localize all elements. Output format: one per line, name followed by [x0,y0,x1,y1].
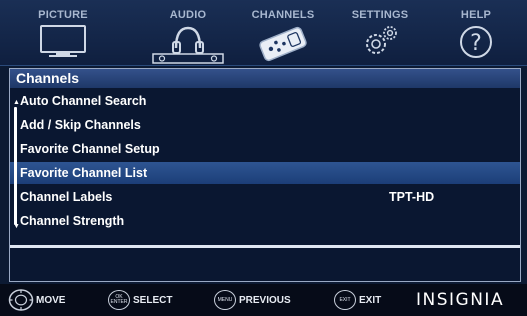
panel-divider [10,245,520,248]
dpad-icon [8,289,34,311]
scroll-down-arrow-icon[interactable]: ▼ [13,223,20,230]
tab-settings[interactable]: SETTINGS [335,0,425,66]
exit-button-icon: EXIT [334,290,356,310]
help-icon: ? [460,26,492,58]
panel-title: Channels [10,69,520,88]
hint-select: OK ENTER SELECT [108,289,172,311]
tv-icon [40,25,86,57]
menu-button-text: MENU [217,296,233,303]
menu-item-channel-labels[interactable]: Channel Labels TPT-HD [10,186,520,208]
menu-item-add-skip-channels[interactable]: Add / Skip Channels [10,114,520,136]
hint-previous-label: PREVIOUS [239,294,291,306]
hint-select-label: SELECT [133,294,173,306]
menu-item-label: Add / Skip Channels [20,118,141,132]
tab-picture-label: PICTURE [38,9,88,21]
hint-previous: MENU PREVIOUS [214,289,291,311]
hint-move-label: MOVE [36,294,66,306]
channel-label-value: TPT-HD [389,190,435,204]
tab-audio-label: AUDIO [169,9,207,21]
menu-item-label: Favorite Channel Setup [20,142,160,156]
tv-menu-screen: PICTURE AUDIO CHANNELS SETTINGS HELP ? C… [0,0,527,316]
tab-picture[interactable]: PICTURE [18,0,108,66]
menu-item-label: Channel Strength [20,214,125,228]
hint-move: MOVE [8,289,65,311]
exit-button-text: EXIT [339,296,351,303]
menu-item-auto-channel-search[interactable]: Auto Channel Search [10,90,520,112]
menu-item-favorite-channel-list[interactable]: Favorite Channel List [10,162,520,184]
remote-icon [259,26,307,62]
ok-enter-button-icon: OK ENTER [108,290,130,310]
tab-help-label: HELP [460,9,492,21]
svg-text:?: ? [470,31,482,56]
menu-item-label: Channel Labels [20,190,113,204]
brand-logo: INSIGNIA [416,290,505,310]
menu-button-icon: MENU [214,290,236,310]
menu-item-label: Auto Channel Search [20,94,147,108]
hint-exit-label: EXIT [359,294,382,306]
gears-icon [366,26,397,54]
menu-tab-bar: PICTURE AUDIO CHANNELS SETTINGS HELP ? [0,0,527,66]
menu-item-channel-strength[interactable]: Channel Strength [10,210,520,232]
hint-exit: EXIT EXIT [334,289,381,311]
tab-help[interactable]: HELP ? [431,0,521,66]
tab-audio[interactable]: AUDIO [143,0,233,66]
menu-item-label: Favorite Channel List [20,166,148,180]
menu-item-favorite-channel-setup[interactable]: Favorite Channel Setup [10,138,520,160]
tab-channels[interactable]: CHANNELS [238,0,328,66]
scroll-up-arrow-icon[interactable]: ▲ [13,99,20,106]
scrollbar[interactable] [14,107,17,225]
channels-panel: Channels Auto Channel Search Add / Skip … [9,68,521,282]
enter-button-text: ENTER [110,299,128,305]
tab-channels-label: CHANNELS [251,9,315,21]
headphones-icon [152,26,224,64]
tab-settings-label: SETTINGS [351,9,409,21]
button-hint-bar: MOVE OK ENTER SELECT MENU PREVIOUS EXIT … [0,284,527,316]
